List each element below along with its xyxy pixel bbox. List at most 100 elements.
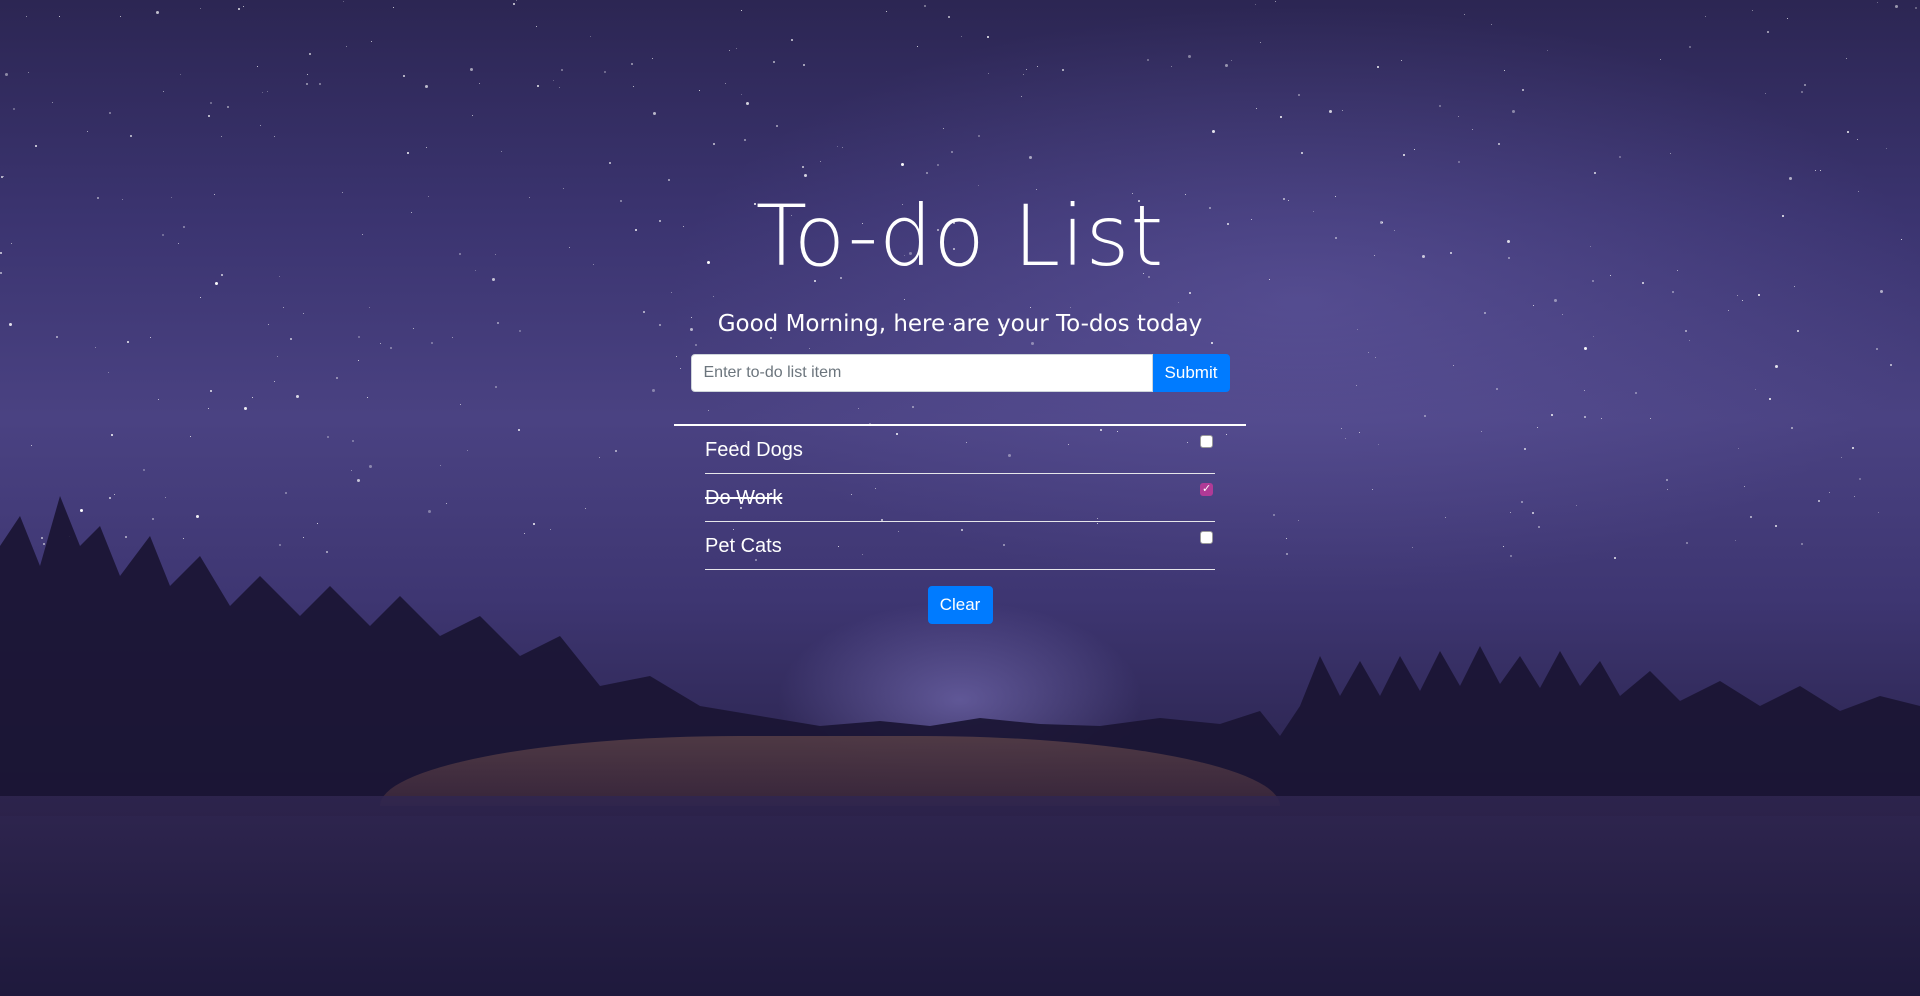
star (428, 196, 429, 197)
todo-checkbox[interactable]: ✓ (1200, 482, 1213, 496)
star (1286, 538, 1287, 539)
star (516, 0, 517, 1)
star (326, 551, 328, 553)
star (277, 356, 278, 357)
star (87, 131, 88, 132)
star (162, 234, 164, 236)
lake-water (0, 796, 1920, 996)
star (585, 508, 586, 509)
star (452, 337, 453, 338)
star (1335, 196, 1336, 197)
star (1847, 131, 1849, 133)
star (1377, 66, 1379, 68)
star (1450, 252, 1452, 254)
star (901, 163, 904, 166)
star (1394, 230, 1395, 231)
star (1890, 364, 1892, 366)
star (713, 143, 715, 145)
star (590, 36, 591, 37)
todo-checkbox[interactable] (1200, 531, 1213, 544)
star (1029, 156, 1032, 159)
star (495, 386, 497, 388)
star (604, 71, 606, 73)
star (886, 11, 887, 12)
star (52, 102, 53, 103)
star (1705, 16, 1706, 17)
star (1765, 93, 1766, 94)
star (1368, 352, 1369, 353)
star (943, 128, 944, 129)
todo-list: Feed Dogs Do Work ✓ Pet Cats (705, 426, 1215, 570)
star (369, 307, 370, 308)
star (1403, 154, 1405, 156)
star (1481, 431, 1482, 432)
star (1445, 517, 1446, 518)
star (635, 229, 637, 231)
star (257, 66, 258, 67)
submit-button[interactable]: Submit (1152, 354, 1230, 392)
star (1735, 540, 1736, 541)
star (699, 90, 700, 91)
star (31, 445, 32, 446)
star (1188, 55, 1191, 58)
star (961, 36, 962, 37)
checkmark-icon: ✓ (1202, 482, 1212, 495)
star (319, 83, 321, 85)
star (130, 135, 132, 137)
star (1820, 170, 1821, 171)
star (109, 112, 111, 114)
star (260, 125, 261, 126)
star (1380, 221, 1383, 224)
star (262, 92, 263, 93)
star (268, 324, 269, 325)
star (127, 341, 129, 343)
star (1275, 1, 1276, 2)
star (1614, 557, 1616, 559)
star (108, 372, 109, 373)
star (369, 465, 372, 468)
star (1357, 329, 1358, 330)
star (736, 48, 737, 49)
star (988, 73, 989, 74)
star (569, 247, 570, 248)
star (238, 8, 240, 10)
star (1592, 280, 1594, 282)
star (1791, 427, 1793, 429)
star (659, 324, 661, 326)
todo-item-pet-cats: Pet Cats (705, 522, 1215, 570)
star (200, 8, 201, 9)
star (158, 399, 159, 400)
star (1685, 330, 1687, 332)
star (1859, 478, 1861, 480)
star (1510, 512, 1511, 513)
star (1313, 211, 1314, 212)
todo-input[interactable] (690, 354, 1153, 392)
star (171, 197, 172, 198)
star (1273, 514, 1275, 516)
star (1672, 291, 1674, 293)
star (1283, 198, 1285, 200)
todo-checkbox[interactable] (1200, 435, 1213, 448)
star (802, 166, 804, 168)
star (163, 91, 164, 92)
star (609, 162, 611, 164)
star (652, 389, 655, 392)
star (143, 469, 145, 471)
clear-button[interactable]: Clear (927, 586, 993, 624)
star (1901, 239, 1902, 240)
star (1787, 18, 1788, 19)
star (1504, 70, 1505, 71)
star (1775, 525, 1777, 527)
star (274, 136, 275, 137)
star (252, 397, 253, 398)
star (1491, 24, 1492, 25)
star (1789, 177, 1792, 180)
clear-area: Clear (674, 586, 1246, 624)
star (1464, 14, 1465, 15)
star (208, 115, 210, 117)
star (1689, 340, 1690, 341)
star (196, 515, 199, 518)
star (1728, 310, 1729, 311)
star (215, 282, 218, 285)
star (729, 50, 730, 51)
